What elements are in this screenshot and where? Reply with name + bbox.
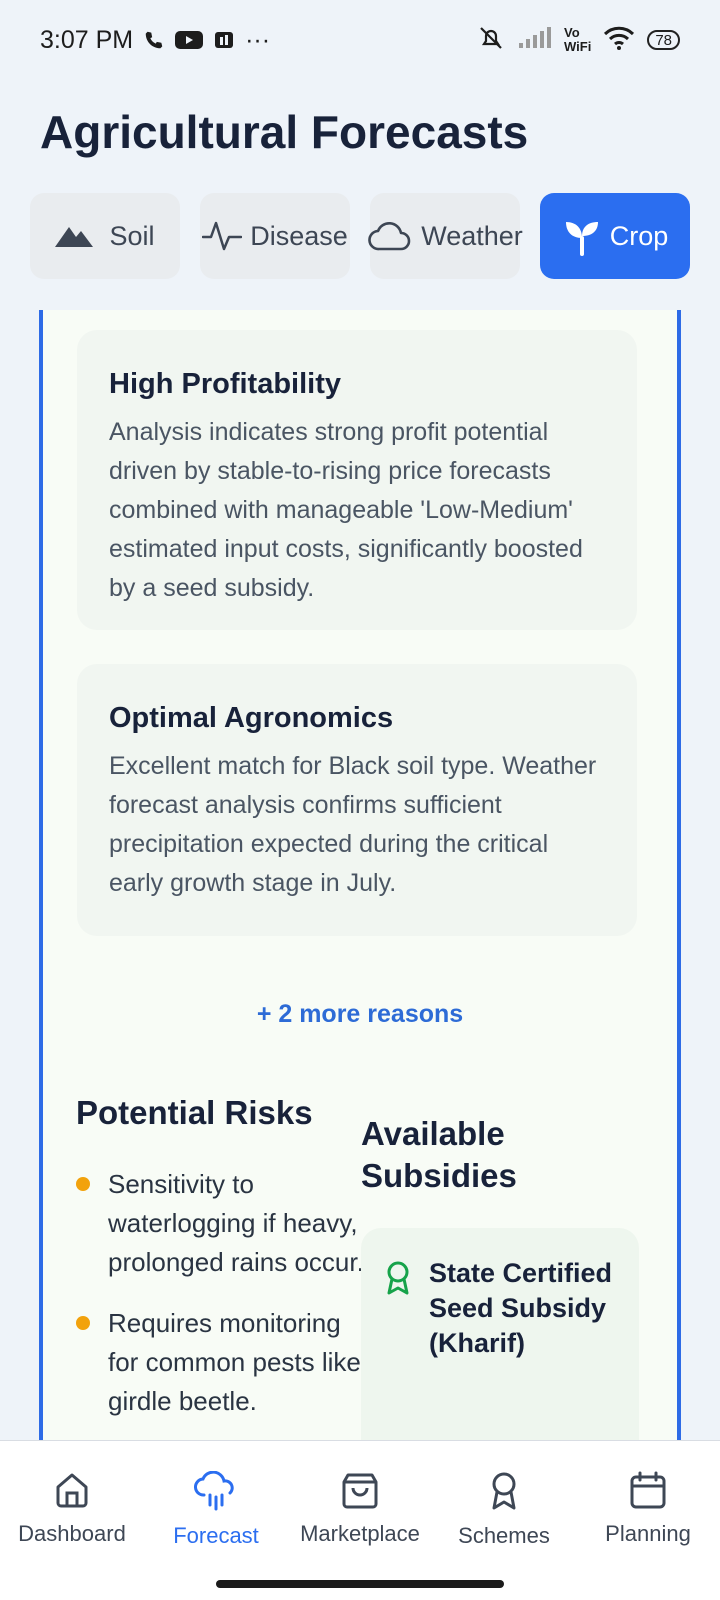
calendar-icon [630,1471,666,1509]
risks-list: Sensitivity to waterlogging if heavy, pr… [76,1165,366,1440]
activity-icon [202,221,243,251]
nav-planning[interactable]: Planning [576,1441,720,1600]
status-bar: 3:07 PM ··· Vo WiFi 78 [0,0,720,80]
tab-soil-label: Soil [109,220,155,251]
subsidy-name: State Certified Seed Subsidy (Kharif) [429,1258,613,1358]
nav-planning-label: Planning [605,1521,691,1546]
status-left: 3:07 PM ··· [40,26,270,55]
tab-weather[interactable]: Weather [368,193,523,279]
bullet-dot-icon [76,1316,90,1330]
risks-heading: Potential Risks [76,1094,313,1131]
more-notifications-dots: ··· [245,25,271,54]
crop-recommendation-panel[interactable]: High Profitability Analysis indicates st… [39,310,681,1440]
vowifi-wifi: WiFi [563,39,592,54]
wifi-icon [603,26,635,55]
nav-schemes[interactable]: Schemes [432,1441,576,1600]
nav-forecast-label: Forecast [173,1523,259,1548]
muted-bell-icon [476,25,506,56]
phone-call-icon [143,29,165,51]
home-icon [56,1473,88,1508]
reason-text: Analysis indicates strong profit potenti… [109,418,583,602]
mountain-icon [55,227,94,247]
nav-marketplace[interactable]: Marketplace [288,1441,432,1600]
cloud-rain-icon [194,1471,234,1511]
subsidies-heading: Available Subsidies [361,1115,517,1194]
status-time: 3:07 PM [40,25,134,54]
reason-card-agronomics: Optimal Agronomics Excellent match for B… [77,664,637,936]
sprout-icon [565,222,598,256]
risk-text: Sensitivity to waterlogging if heavy, pr… [108,1169,364,1277]
tab-soil[interactable]: Soil [30,193,180,279]
list-item: Requires monitoring for common pests lik… [76,1304,366,1421]
nav-dashboard-label: Dashboard [18,1521,126,1546]
risk-text: Requires monitoring for common pests lik… [108,1308,361,1416]
nav-dashboard[interactable]: Dashboard [0,1441,144,1600]
signal-icon [518,26,552,54]
vowifi-vo: Vo [563,25,580,40]
bullet-dot-icon [76,1177,90,1191]
nav-marketplace-label: Marketplace [300,1521,420,1546]
award-icon [492,1472,516,1510]
list-item: Sensitivity to waterlogging if heavy, pr… [76,1165,366,1282]
status-right: Vo WiFi 78 [476,25,680,56]
tab-crop[interactable]: Crop [540,193,690,279]
shopping-bag-icon [342,1473,378,1509]
tab-disease-label: Disease [250,220,348,251]
award-icon [387,1261,409,1295]
home-indicator[interactable] [216,1580,504,1588]
battery-indicator: 78 [647,30,680,50]
page-title: Agricultural Forecasts [40,106,529,158]
cloud-icon [368,221,411,251]
tab-disease[interactable]: Disease [200,193,350,279]
bottom-nav: Dashboard Forecast Marketplace Schemes P… [0,1440,720,1600]
subsidy-card[interactable]: State Certified Seed Subsidy (Kharif) [361,1228,639,1440]
forecast-tabs: Soil Disease Weather Crop [30,193,690,279]
tab-crop-label: Crop [609,220,669,251]
more-reasons-link[interactable]: + 2 more reasons [43,1000,677,1029]
reason-title: Optimal Agronomics [109,702,394,734]
nav-schemes-label: Schemes [458,1523,550,1548]
nav-forecast[interactable]: Forecast [144,1441,288,1600]
app-notification-icon [213,29,235,51]
reason-title: High Profitability [109,368,341,400]
vowifi-indicator: Vo WiFi [564,26,591,54]
reason-card-profitability: High Profitability Analysis indicates st… [77,330,637,630]
tab-weather-label: Weather [421,220,523,251]
youtube-icon [175,29,204,51]
reason-text: Excellent match for Black soil type. Wea… [109,752,597,897]
